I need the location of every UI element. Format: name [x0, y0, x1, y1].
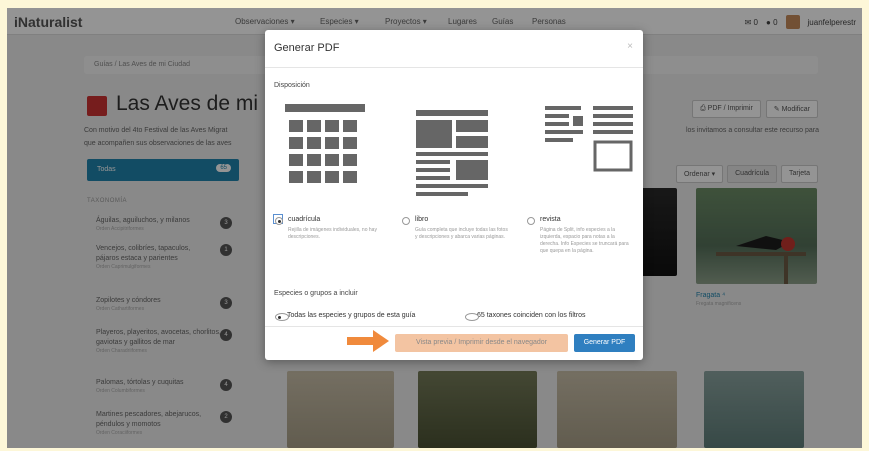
book-layout-icon[interactable]: [416, 110, 488, 210]
species-section-title: Especies o grupos a incluir: [274, 290, 358, 297]
grid-layout-icon[interactable]: [285, 104, 365, 186]
filtered-species-radio[interactable]: [465, 313, 479, 321]
species-option-filtered[interactable]: 65 taxones coinciden con los filtros: [465, 312, 586, 321]
grid-radio[interactable]: [275, 217, 283, 225]
preview-print-button[interactable]: Vista previa / Imprimir desde el navegad…: [395, 334, 568, 352]
option-description: Guía completa que incluye todas las foto…: [415, 227, 508, 240]
species-option-label: Todas las especies y grupos de esta guía: [287, 312, 416, 319]
dialog-header: Generar PDF ×: [265, 30, 643, 68]
browser-screenshot: iNaturalist Observaciones ▾ Especies ▾ P…: [7, 8, 862, 448]
orange-arrow-icon: [347, 330, 389, 352]
generate-pdf-dialog: Generar PDF × Disposición cuadrícula Rej…: [265, 30, 643, 360]
option-description: Rejilla de imágenes individuales, no hay…: [288, 227, 377, 240]
option-description: Página de Split, info especies a la izqu…: [540, 227, 629, 254]
all-species-radio[interactable]: [275, 313, 289, 321]
layout-section-title: Disposición: [274, 82, 310, 89]
book-radio[interactable]: [402, 217, 410, 225]
option-name: revista: [540, 216, 561, 223]
option-name: cuadrícula: [288, 216, 321, 223]
option-name: libro: [415, 216, 429, 223]
species-option-all[interactable]: Todas las especies y grupos de esta guía: [275, 312, 416, 321]
dialog-title: Generar PDF: [274, 42, 340, 54]
generate-pdf-button[interactable]: Generar PDF: [574, 334, 635, 352]
magazine-layout-icon[interactable]: [545, 106, 635, 178]
close-icon[interactable]: ×: [627, 41, 633, 52]
magazine-radio[interactable]: [527, 217, 535, 225]
species-option-label: 65 taxones coinciden con los filtros: [477, 312, 586, 319]
